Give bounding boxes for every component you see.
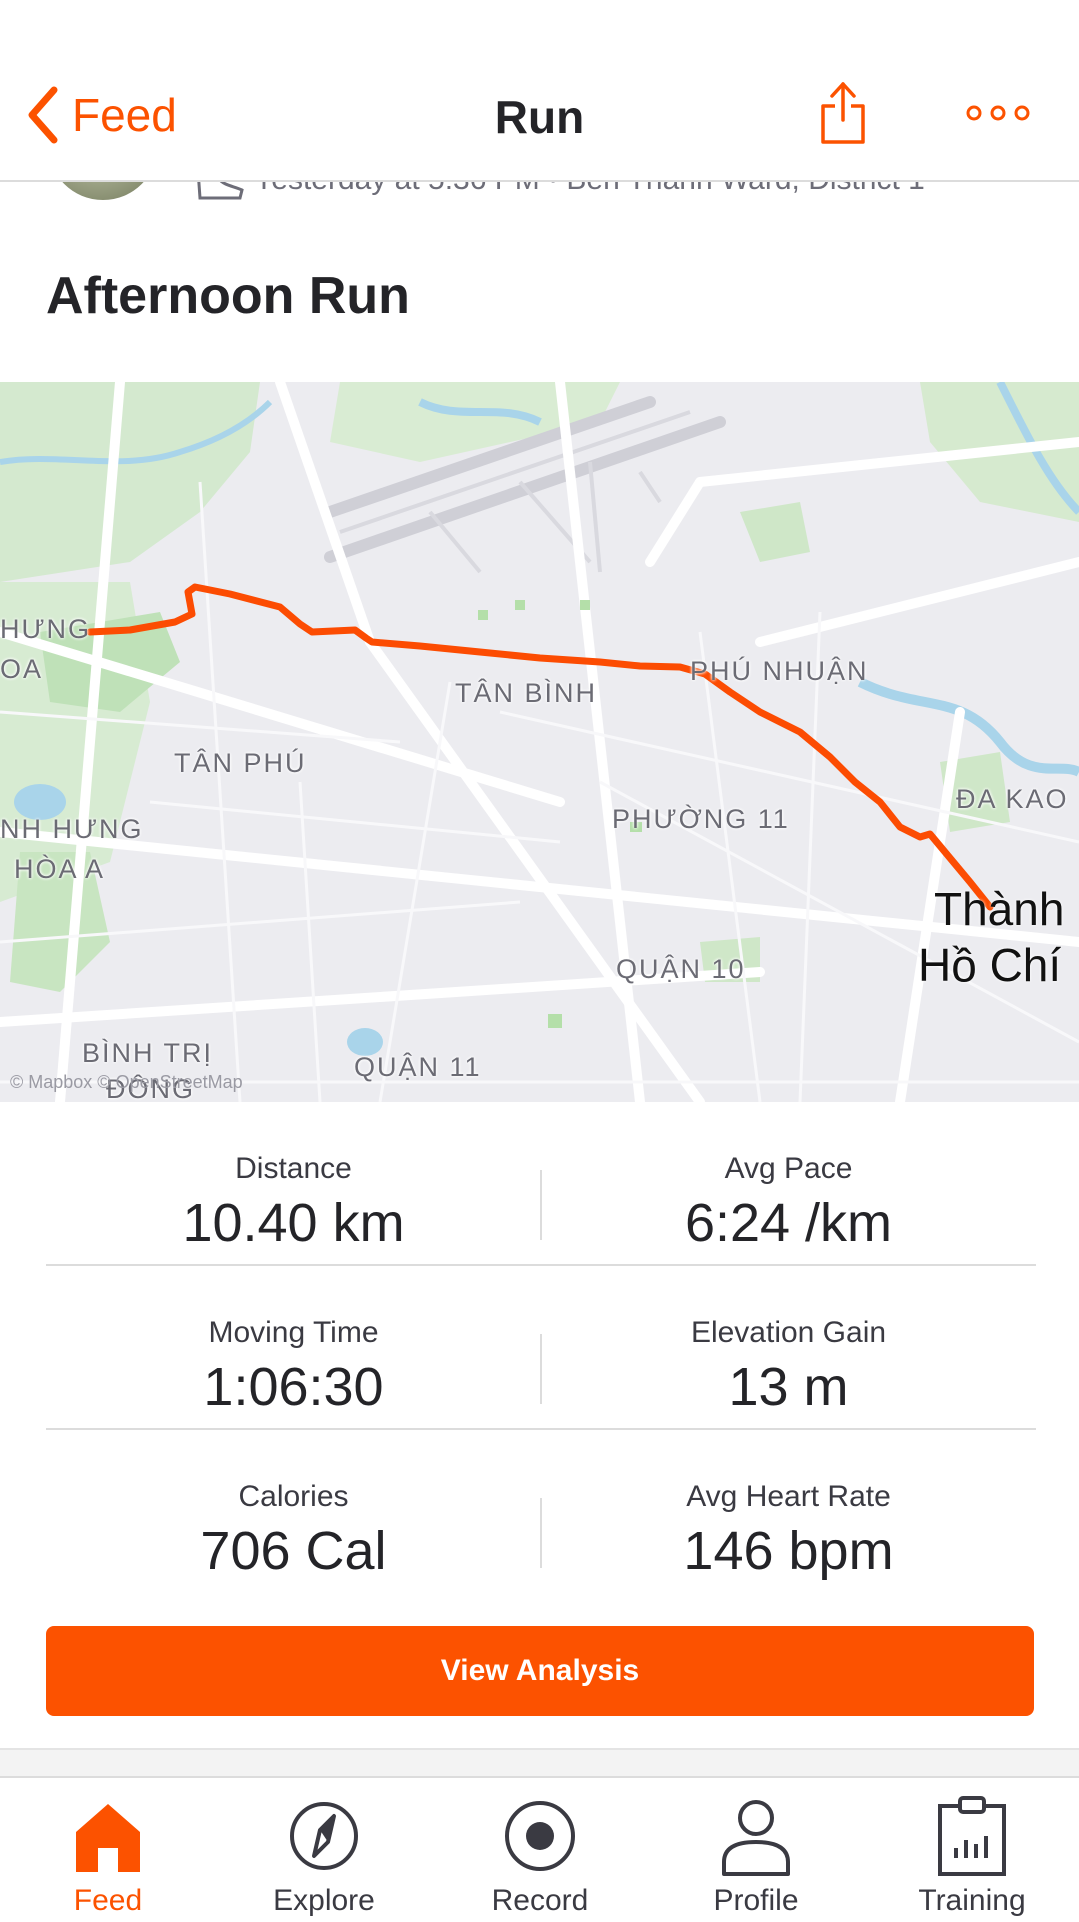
stat-row: Moving Time 1:06:30 Elevation Gain 13 m xyxy=(46,1266,1036,1430)
clipboard-icon xyxy=(938,1796,1006,1876)
home-icon xyxy=(76,1804,140,1872)
tab-feed[interactable]: Feed xyxy=(0,1778,216,1922)
tab-label: Feed xyxy=(73,1884,143,1917)
stat-label: Moving Time xyxy=(208,1316,379,1349)
city-label: Thành xyxy=(934,883,1065,935)
map-label: BÌNH TRỊ xyxy=(82,1038,214,1068)
view-analysis-button[interactable]: View Analysis xyxy=(46,1626,1034,1716)
route-map[interactable]: HƯNG OA TÂN BÌNH PHÚ NHUẬN TÂN PHÚ ĐA KA… xyxy=(0,382,1079,1102)
stat-label: Avg Pace xyxy=(724,1152,853,1185)
stat-label: Avg Heart Rate xyxy=(686,1480,891,1513)
stats-grid: Distance 10.40 km Avg Pace 6:24 /km Movi… xyxy=(46,1102,1036,1592)
activity-title: Afternoon Run xyxy=(46,267,410,325)
stat-value: 6:24 /km xyxy=(684,1193,893,1253)
tab-explore[interactable]: Explore xyxy=(216,1778,432,1922)
tab-label: Record xyxy=(491,1884,589,1917)
record-icon xyxy=(505,1801,575,1871)
more-options-icon[interactable] xyxy=(966,100,1030,126)
tab-profile[interactable]: Profile xyxy=(648,1778,864,1922)
stat-value: 1:06:30 xyxy=(203,1357,384,1417)
compass-icon xyxy=(290,1802,358,1870)
stat-row: Distance 10.40 km Avg Pace 6:24 /km xyxy=(46,1102,1036,1266)
map-label: PHÚ NHUẬN xyxy=(690,656,869,686)
stat-distance: Distance 10.40 km xyxy=(46,1102,541,1254)
tab-label: Training xyxy=(918,1884,1026,1917)
tab-bar: Feed Explore Record Profile Training xyxy=(0,1776,1079,1922)
tab-label: Explore xyxy=(273,1884,375,1917)
map-label: HƯNG xyxy=(0,614,92,644)
city-label: Hồ Chí xyxy=(918,939,1062,991)
map-label: PHƯỜNG 11 xyxy=(612,804,790,834)
map-label: HÒA A xyxy=(14,854,106,884)
share-icon[interactable] xyxy=(820,80,866,146)
stat-avg-pace: Avg Pace 6:24 /km xyxy=(541,1102,1036,1254)
map-copyright: © Mapbox © OpenStreetMap xyxy=(10,1072,243,1092)
map-label: QUẬN 10 xyxy=(616,954,746,984)
map-label: TÂN BÌNH xyxy=(455,678,598,708)
person-icon xyxy=(722,1800,790,1876)
stat-value: 706 Cal xyxy=(200,1521,387,1581)
stat-label: Elevation Gain xyxy=(690,1316,887,1349)
tab-record[interactable]: Record xyxy=(432,1778,648,1922)
stat-value: 10.40 km xyxy=(182,1193,405,1253)
stat-label: Distance xyxy=(235,1152,352,1185)
stat-value: 146 bpm xyxy=(683,1521,894,1581)
back-label: Feed xyxy=(72,89,177,141)
tab-training[interactable]: Training xyxy=(864,1778,1079,1922)
stat-elevation-gain: Elevation Gain 13 m xyxy=(541,1266,1036,1418)
top-nav-bar: Feed Run xyxy=(0,0,1079,182)
stat-value: 13 m xyxy=(728,1357,849,1417)
stat-label: Calories xyxy=(238,1480,349,1513)
back-button[interactable]: Feed xyxy=(24,84,177,146)
map-label: TÂN PHÚ xyxy=(174,748,307,778)
stat-moving-time: Moving Time 1:06:30 xyxy=(46,1266,541,1418)
stat-avg-heart-rate: Avg Heart Rate 146 bpm xyxy=(541,1430,1036,1582)
map-label: QUẬN 11 xyxy=(354,1052,482,1082)
chevron-left-icon xyxy=(28,86,58,144)
map-label: ĐA KAO xyxy=(956,784,1069,814)
map-label: NH HƯNG xyxy=(0,814,144,844)
stat-calories: Calories 706 Cal xyxy=(46,1430,541,1582)
stat-row: Calories 706 Cal Avg Heart Rate 146 bpm xyxy=(46,1430,1036,1592)
tab-label: Profile xyxy=(713,1884,799,1917)
map-label: OA xyxy=(0,654,44,684)
map-canvas xyxy=(0,382,1079,1102)
